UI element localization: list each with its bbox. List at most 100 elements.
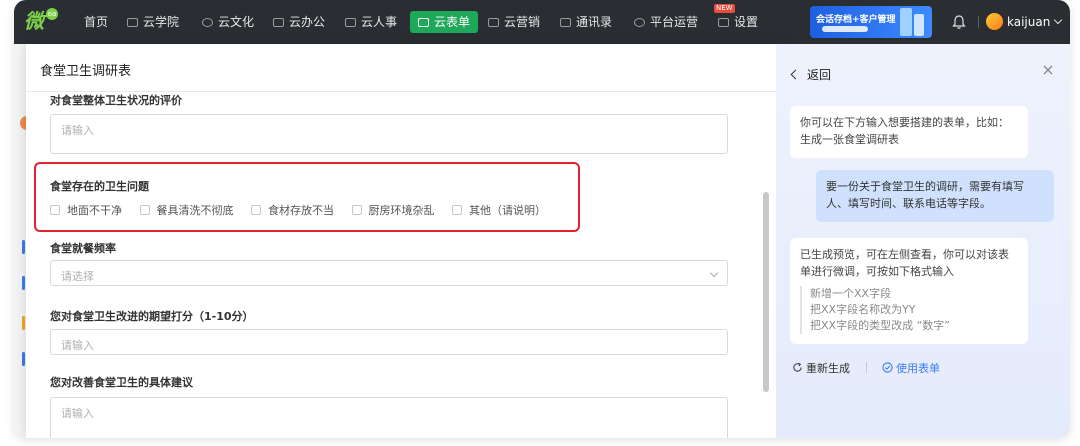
briefcase-icon <box>273 18 284 27</box>
bell-icon[interactable] <box>952 14 966 30</box>
people-icon <box>345 18 356 27</box>
overall-rating-input[interactable]: 请输入 <box>50 114 728 154</box>
regenerate-button[interactable]: 重新生成 <box>792 362 854 375</box>
checkbox-other[interactable]: 其他（请说明） <box>452 202 546 218</box>
checkbox-dirty-floor[interactable]: 地面不干净 <box>50 202 122 218</box>
avatar[interactable] <box>986 13 1003 30</box>
field-label-expectation-score: 您对食堂卫生改进的期望打分（1-10分） <box>50 310 254 323</box>
nav-platform[interactable]: 平台运营 NEW <box>634 4 735 32</box>
divider <box>865 362 867 373</box>
nav-forms-label: 云表单 <box>434 15 471 29</box>
nav-forms[interactable]: 云表单 <box>410 11 479 33</box>
nav-hr[interactable]: 云人事 <box>345 12 397 32</box>
hint-list: 新增一个XX字段 把XX字段名称改为YY 把XX字段的类型改成 “数字” <box>800 286 1018 334</box>
user-message: 要一份关于食堂卫生的调研，需要有填写人、填写时间、联系电话等字段。 <box>816 170 1054 222</box>
close-icon[interactable] <box>1042 64 1054 76</box>
checkbox-food-storage[interactable]: 食材存放不当 <box>251 202 334 218</box>
background-marker <box>22 352 25 366</box>
checkbox-tableware[interactable]: 餐具清洗不彻底 <box>139 202 234 218</box>
nav-contacts-label: 通讯录 <box>576 15 613 29</box>
input-placeholder: 请输入 <box>61 124 94 137</box>
background-marker <box>22 316 25 330</box>
checkbox-box <box>351 205 362 215</box>
regenerate-label: 重新生成 <box>806 362 850 375</box>
use-form-label: 使用表单 <box>896 362 940 375</box>
checkbox-box <box>50 205 60 215</box>
hint-item: 新增一个XX字段 <box>810 287 892 300</box>
grid-icon <box>718 18 729 27</box>
nav-office-label: 云办公 <box>289 15 326 29</box>
ai-assistant-panel: 返回 你可以在下方输入想要搭建的表单，比如：生成一张食堂调研表 要一份关于食堂卫… <box>776 44 1070 438</box>
nav-hr-label: 云人事 <box>361 15 398 29</box>
nav-platform-label: 平台运营 <box>650 15 699 29</box>
nav-settings[interactable]: 设置 <box>718 12 758 32</box>
nav-marketing-label: 云营销 <box>504 15 541 29</box>
nav-culture-label: 云文化 <box>218 15 255 29</box>
user-menu[interactable]: kaijuan <box>1007 13 1063 31</box>
highlight-box <box>34 162 580 232</box>
building-graphic <box>900 8 912 36</box>
nav-settings-label: 设置 <box>734 15 759 29</box>
field-label-suggestions: 您对改善食堂卫生的具体建议 <box>50 376 193 389</box>
nav-culture[interactable]: 云文化 <box>202 12 254 32</box>
top-navigation-bar: 微 oa 首页 云学院 云文化 云办公 云人事 云表单 云营销 通讯录 平台运营… <box>14 0 1070 44</box>
field-label-overall-rating: 对食堂整体卫生状况的评价 <box>50 94 182 107</box>
contacts-icon <box>560 18 571 27</box>
message-text: 要一份关于食堂卫生的调研，需要有填写人、填写时间、联系电话等字段。 <box>826 180 1024 210</box>
form-icon <box>418 18 429 27</box>
app-logo[interactable]: 微 oa <box>24 8 58 34</box>
checkbox-label: 餐具清洗不彻底 <box>156 204 234 217</box>
expectation-score-input[interactable]: 请输入 <box>50 329 728 355</box>
nav-academy-label: 云学院 <box>143 15 180 29</box>
message-text: 已生成预览，可在左侧查看，你可以对该表单进行微调，可按如下格式输入 <box>800 248 1009 278</box>
back-label: 返回 <box>807 68 832 82</box>
promo-banner-subline <box>822 26 868 32</box>
promo-banner[interactable]: 会话存档+客户管理 <box>810 6 932 38</box>
assistant-message: 已生成预览，可在左侧查看，你可以对该表单进行微调，可按如下格式输入 新增一个XX… <box>790 238 1028 344</box>
nav-office[interactable]: 云办公 <box>273 12 325 32</box>
assistant-actions: 重新生成 使用表单 <box>792 360 940 376</box>
book-icon <box>127 18 138 27</box>
chevron-left-icon <box>790 69 801 80</box>
divider <box>978 16 979 28</box>
hint-item: 把XX字段名称改为YY <box>810 303 916 316</box>
chevron-down-icon <box>709 268 719 278</box>
checkbox-label: 食材存放不当 <box>268 204 334 217</box>
select-placeholder: 请选择 <box>61 270 94 283</box>
check-circle-icon <box>882 362 893 373</box>
logo-badge: oa <box>46 8 58 20</box>
sun-icon <box>202 18 213 27</box>
refresh-icon <box>793 362 802 372</box>
checkbox-label: 其他（请说明） <box>469 204 546 217</box>
use-form-button[interactable]: 使用表单 <box>882 362 940 375</box>
logo-mark: 微 <box>24 9 44 33</box>
suggestions-input[interactable]: 请输入 <box>50 397 728 438</box>
hygiene-issues-checkbox-group: 地面不干净 餐具清洗不彻底 食材存放不当 厨房环境杂乱 其他（请说明） <box>50 202 560 218</box>
field-label-dining-frequency: 食堂就餐频率 <box>50 242 116 255</box>
form-title: 食堂卫生调研表 <box>40 64 132 79</box>
input-placeholder: 请输入 <box>61 339 94 352</box>
nav-home[interactable]: 首页 <box>84 12 108 32</box>
hint-item: 把XX字段的类型改成 “数字” <box>810 319 950 332</box>
platform-icon <box>634 18 645 27</box>
app-window: 微 oa 首页 云学院 云文化 云办公 云人事 云表单 云营销 通讯录 平台运营… <box>14 0 1070 438</box>
dining-frequency-select[interactable]: 请选择 <box>50 260 728 286</box>
checkbox-box <box>452 205 462 215</box>
background-marker <box>22 276 25 290</box>
nav-contacts[interactable]: 通讯录 <box>560 12 612 32</box>
nav-academy[interactable]: 云学院 <box>127 12 179 32</box>
checkbox-label: 厨房环境杂乱 <box>368 204 435 217</box>
scrollbar[interactable] <box>763 192 769 392</box>
nav-marketing[interactable]: 云营销 <box>488 12 540 32</box>
back-button[interactable]: 返回 <box>790 66 832 83</box>
checkbox-kitchen-mess[interactable]: 厨房环境杂乱 <box>351 202 435 218</box>
nav-home-label: 首页 <box>84 15 109 29</box>
message-text: 你可以在下方输入想要搭建的表单，比如：生成一张食堂调研表 <box>800 116 1009 146</box>
promo-banner-text: 会话存档+客户管理 <box>816 15 896 25</box>
field-label-hygiene-issues: 食堂存在的卫生问题 <box>50 180 149 193</box>
checkbox-box <box>139 205 150 215</box>
assistant-message: 你可以在下方输入想要搭建的表单，比如：生成一张食堂调研表 <box>790 106 1028 158</box>
building-graphic-2 <box>914 14 924 36</box>
checkbox-label: 地面不干净 <box>67 204 122 217</box>
input-placeholder: 请输入 <box>61 407 94 420</box>
